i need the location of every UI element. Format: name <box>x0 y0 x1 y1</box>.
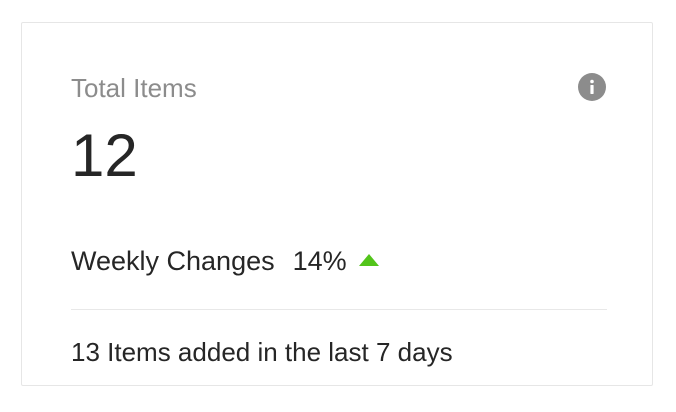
card-title: Total Items <box>71 73 197 103</box>
metric-value: 12 <box>71 122 138 189</box>
footer-text: 13 Items added in the last 7 days <box>71 337 453 367</box>
weekly-changes: Weekly Changes 14% <box>71 245 379 277</box>
weekly-changes-value: 14% <box>292 245 347 276</box>
stat-card: Total Items 12 Weekly Changes 14% 13 Ite… <box>21 22 653 386</box>
trend-up-icon <box>358 254 379 266</box>
info-icon[interactable] <box>578 73 606 101</box>
weekly-changes-label: Weekly Changes <box>71 245 275 276</box>
divider <box>71 309 607 310</box>
